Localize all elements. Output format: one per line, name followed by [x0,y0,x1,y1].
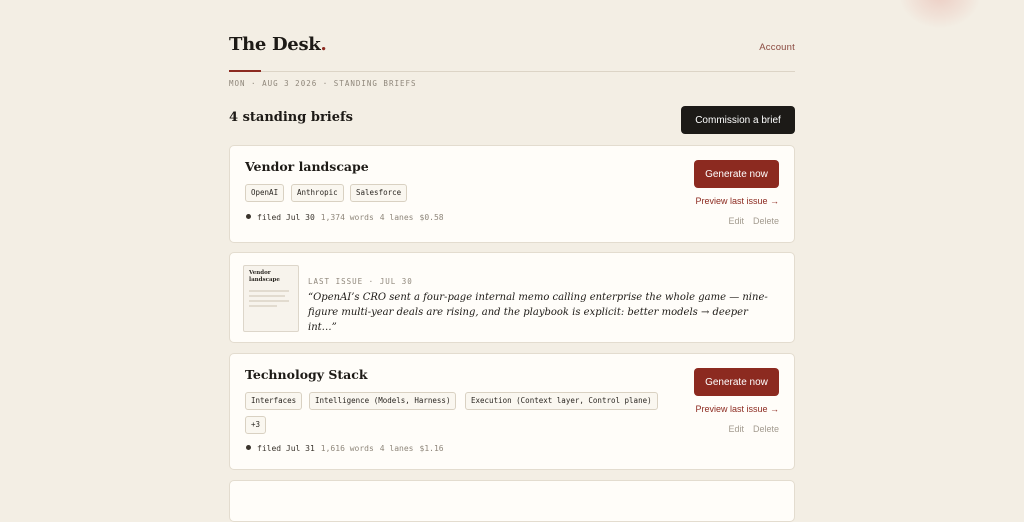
thumbnail-line [249,290,289,292]
brief-title[interactable]: Technology Stack [245,367,368,382]
cost: $1.16 [419,444,444,453]
more-tags-chip[interactable]: +3 [245,416,267,434]
word-count: 1,616 words [320,444,374,453]
brief-tag: Execution (Context layer, Control plane) [465,392,658,410]
section-title: 4 standing briefs [229,110,353,125]
commission-brief-button[interactable]: Commission a brief [681,106,795,134]
status-dot-icon [246,214,251,219]
brief-tag: Interfaces [245,392,303,410]
brief-tag: Anthropic [291,184,344,202]
cost: $0.58 [419,213,444,222]
brief-tag: OpenAI [245,184,285,202]
delete-link[interactable]: Delete [753,216,779,226]
delete-link[interactable]: Delete [753,424,779,434]
edit-link[interactable]: Edit [728,216,744,226]
brief-meta: filed Jul 31 1,616 words 4 lanes $1.16 [246,444,444,453]
edit-link[interactable]: Edit [728,424,744,434]
brief-card-technology-stack: Technology Stack Interfaces Intelligence… [229,353,795,470]
brief-actions: Edit Delete [728,216,779,226]
brief-tag: Salesforce [350,184,408,202]
preview-last-issue-link[interactable]: Preview last issue → [695,196,779,206]
brief-card-vendor-landscape: Vendor landscape OpenAI Anthropic Salesf… [229,145,795,243]
thumbnail-line [249,305,277,307]
brief-title[interactable]: Vendor landscape [245,159,369,174]
filed-date: filed Jul 31 [257,444,315,453]
header-divider [229,71,795,72]
account-link[interactable]: Account [759,42,795,53]
last-issue-excerpt: “OpenAI’s CRO sent a four-page internal … [308,292,768,333]
issue-thumbnail: Vendor landscape [243,265,299,332]
brief-tag: Intelligence (Models, Harness) [309,392,457,410]
filed-date: filed Jul 30 [257,213,315,222]
brand-name: The Desk [229,34,321,55]
lane-count: 4 lanes [379,213,414,222]
last-issue-label: LAST ISSUE · JUL 30 [308,277,413,286]
corner-glow-decoration [900,0,980,28]
dateline: MON · AUG 3 2026 · STANDING BRIEFS [229,79,417,88]
brief-actions: Edit Delete [728,424,779,434]
word-count: 1,374 words [320,213,374,222]
thumbnail-line [249,295,285,297]
thumbnail-title: Vendor landscape [249,270,280,283]
brand-dot: . [320,34,327,55]
last-issue-card[interactable]: Vendor landscape LAST ISSUE · JUL 30 “Op… [229,252,795,343]
preview-last-issue-link[interactable]: Preview last issue → [695,404,779,414]
generate-now-button[interactable]: Generate now [694,368,779,396]
header-divider-accent [229,70,261,72]
brief-card-next [229,480,795,522]
brief-meta: filed Jul 30 1,374 words 4 lanes $0.58 [246,213,444,222]
status-dot-icon [246,445,251,450]
lane-count: 4 lanes [379,444,414,453]
generate-now-button[interactable]: Generate now [694,160,779,188]
thumbnail-line [249,300,289,302]
brand-logo[interactable]: The Desk. [229,34,327,55]
